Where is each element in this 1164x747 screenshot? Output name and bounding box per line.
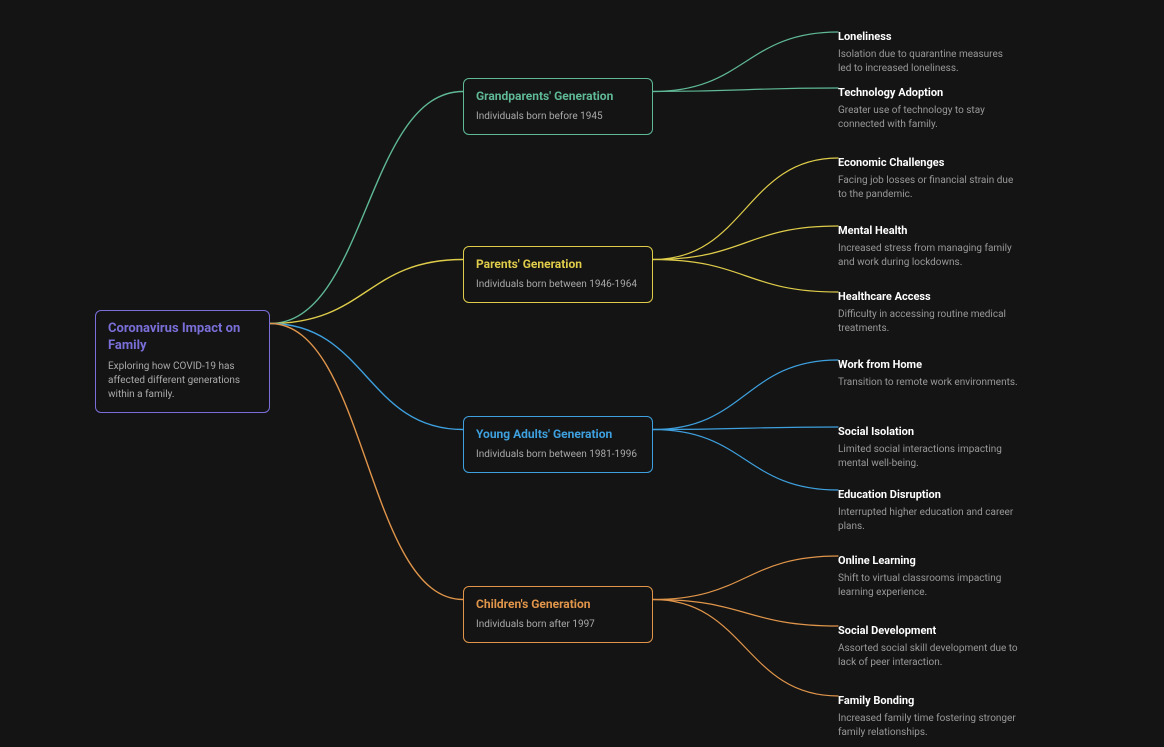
leaf-node[interactable]: Healthcare Access Difficulty in accessing… bbox=[838, 290, 1018, 336]
leaf-title: Social Isolation bbox=[838, 425, 1018, 439]
leaf-title: Family Bonding bbox=[838, 694, 1018, 708]
leaf-node[interactable]: Social Isolation Limited social interacti… bbox=[838, 425, 1018, 471]
leaf-desc: Increased family time fostering stronger… bbox=[838, 712, 1018, 740]
leaf-node[interactable]: Online Learning Shift to virtual classroo… bbox=[838, 554, 1018, 600]
root-node[interactable]: Coronavirus Impact on Family Exploring ho… bbox=[95, 310, 270, 413]
generation-desc: Individuals born before 1945 bbox=[476, 110, 640, 124]
generation-node[interactable]: Grandparents' Generation Individuals born… bbox=[463, 78, 653, 135]
leaf-desc: Increased stress from managing family an… bbox=[838, 242, 1018, 270]
leaf-node[interactable]: Mental Health Increased stress from manag… bbox=[838, 224, 1018, 270]
leaf-node[interactable]: Education Disruption Interrupted higher e… bbox=[838, 488, 1018, 534]
leaf-desc: Isolation due to quarantine measures led… bbox=[838, 48, 1018, 76]
generation-title: Parents' Generation bbox=[476, 257, 640, 273]
leaf-node[interactable]: Family Bonding Increased family time fost… bbox=[838, 694, 1018, 740]
leaf-node[interactable]: Economic Challenges Facing job losses or … bbox=[838, 156, 1018, 202]
leaf-desc: Facing job losses or financial strain du… bbox=[838, 174, 1018, 202]
generation-desc: Individuals born between 1981-1996 bbox=[476, 448, 640, 462]
leaf-title: Technology Adoption bbox=[838, 86, 1018, 100]
leaf-desc: Interrupted higher education and career … bbox=[838, 506, 1018, 534]
generation-title: Grandparents' Generation bbox=[476, 89, 640, 105]
leaf-desc: Limited social interactions impacting me… bbox=[838, 443, 1018, 471]
leaf-desc: Difficulty in accessing routine medical … bbox=[838, 308, 1018, 336]
leaf-title: Healthcare Access bbox=[838, 290, 1018, 304]
leaf-title: Mental Health bbox=[838, 224, 1018, 238]
generation-node[interactable]: Parents' Generation Individuals born betw… bbox=[463, 246, 653, 303]
root-desc: Exploring how COVID-19 has affected diff… bbox=[108, 360, 257, 402]
leaf-title: Social Development bbox=[838, 624, 1018, 638]
leaf-desc: Shift to virtual classrooms impacting le… bbox=[838, 572, 1018, 600]
generation-desc: Individuals born between 1946-1964 bbox=[476, 278, 640, 292]
leaf-title: Economic Challenges bbox=[838, 156, 1018, 170]
leaf-node[interactable]: Social Development Assorted social skill … bbox=[838, 624, 1018, 670]
leaf-desc: Transition to remote work environments. bbox=[838, 376, 1018, 390]
generation-title: Children's Generation bbox=[476, 597, 640, 613]
generation-desc: Individuals born after 1997 bbox=[476, 618, 640, 632]
leaf-node[interactable]: Technology Adoption Greater use of techno… bbox=[838, 86, 1018, 132]
leaf-title: Loneliness bbox=[838, 30, 1018, 44]
generation-node[interactable]: Children's Generation Individuals born af… bbox=[463, 586, 653, 643]
leaf-title: Online Learning bbox=[838, 554, 1018, 568]
root-title: Coronavirus Impact on Family bbox=[108, 321, 257, 355]
leaf-title: Education Disruption bbox=[838, 488, 1018, 502]
generation-title: Young Adults' Generation bbox=[476, 427, 640, 443]
leaf-node[interactable]: Work from Home Transition to remote work … bbox=[838, 358, 1018, 390]
leaf-title: Work from Home bbox=[838, 358, 1018, 372]
leaf-node[interactable]: Loneliness Isolation due to quarantine me… bbox=[838, 30, 1018, 76]
generation-node[interactable]: Young Adults' Generation Individuals born… bbox=[463, 416, 653, 473]
leaf-desc: Greater use of technology to stay connec… bbox=[838, 104, 1018, 132]
leaf-desc: Assorted social skill development due to… bbox=[838, 642, 1018, 670]
